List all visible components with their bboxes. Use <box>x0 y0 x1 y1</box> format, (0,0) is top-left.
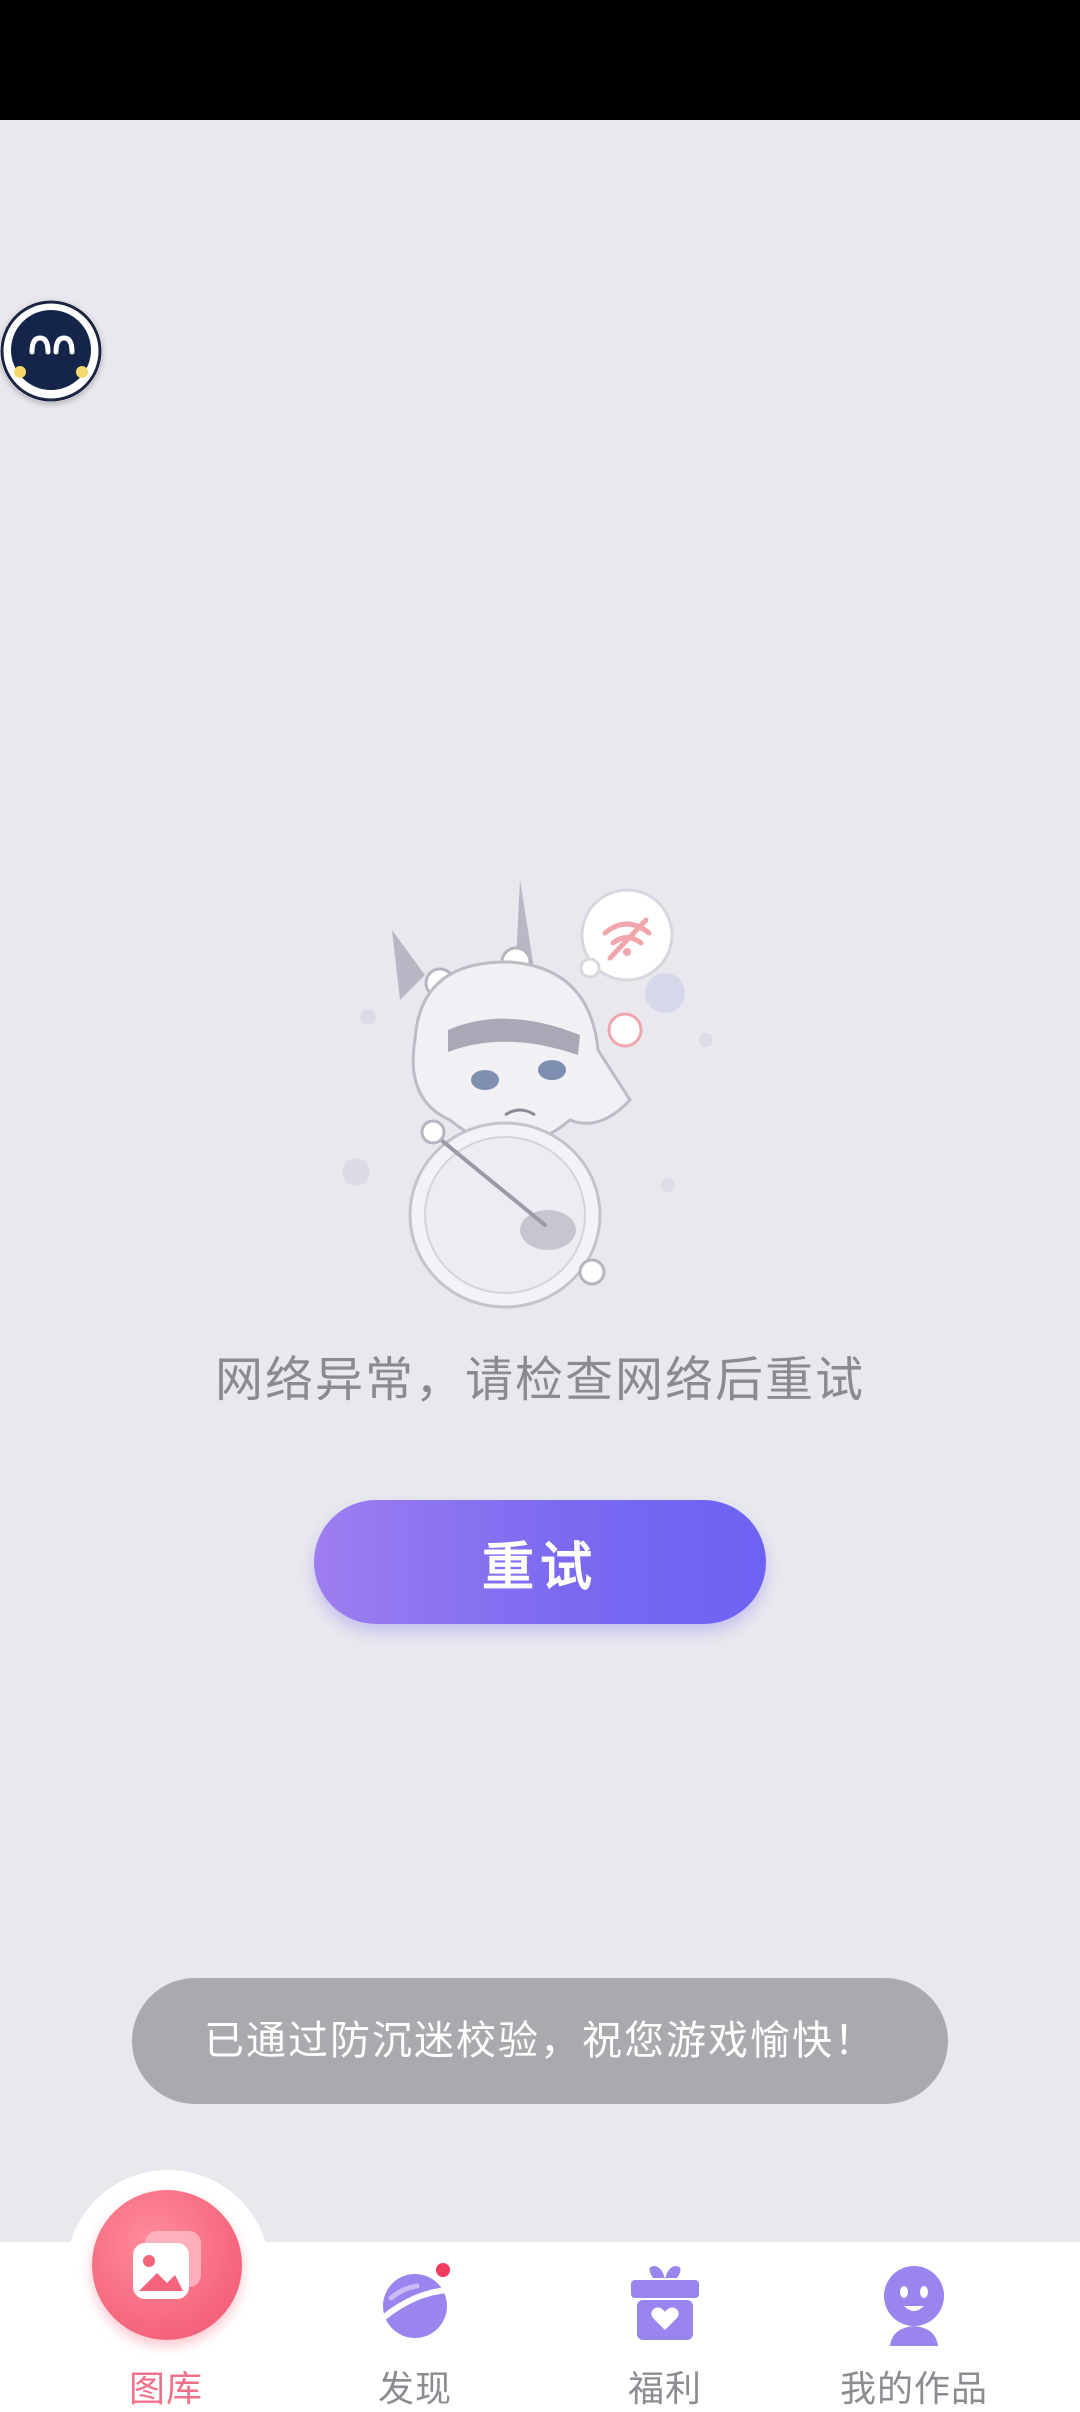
network-error-illustration <box>330 870 730 1310</box>
floating-assistant-avatar[interactable] <box>0 300 102 402</box>
profile-icon <box>884 2266 944 2346</box>
tab-label: 福利 <box>627 2369 702 2410</box>
status-bar <box>0 0 1080 120</box>
tab-discover[interactable]: 发现 <box>315 2242 515 2412</box>
tab-welfare[interactable]: 福利 <box>565 2242 765 2412</box>
network-error-message: 网络异常，请检查网络后重试 <box>214 1352 865 1408</box>
planet-icon <box>380 2263 452 2338</box>
anti-addiction-toast: 已通过防沉迷校验，祝您游戏愉快！ <box>132 1978 948 2104</box>
tab-label: 我的作品 <box>839 2369 988 2410</box>
retry-button[interactable]: 重试 <box>314 1500 766 1624</box>
mascot-face-icon <box>0 300 102 402</box>
tab-label: 发现 <box>377 2369 452 2410</box>
tab-my-works[interactable]: 我的作品 <box>814 2242 1014 2412</box>
tab-label: 图库 <box>128 2369 203 2410</box>
tab-gallery[interactable]: 图库 <box>66 2242 266 2412</box>
gift-icon <box>631 2266 699 2340</box>
